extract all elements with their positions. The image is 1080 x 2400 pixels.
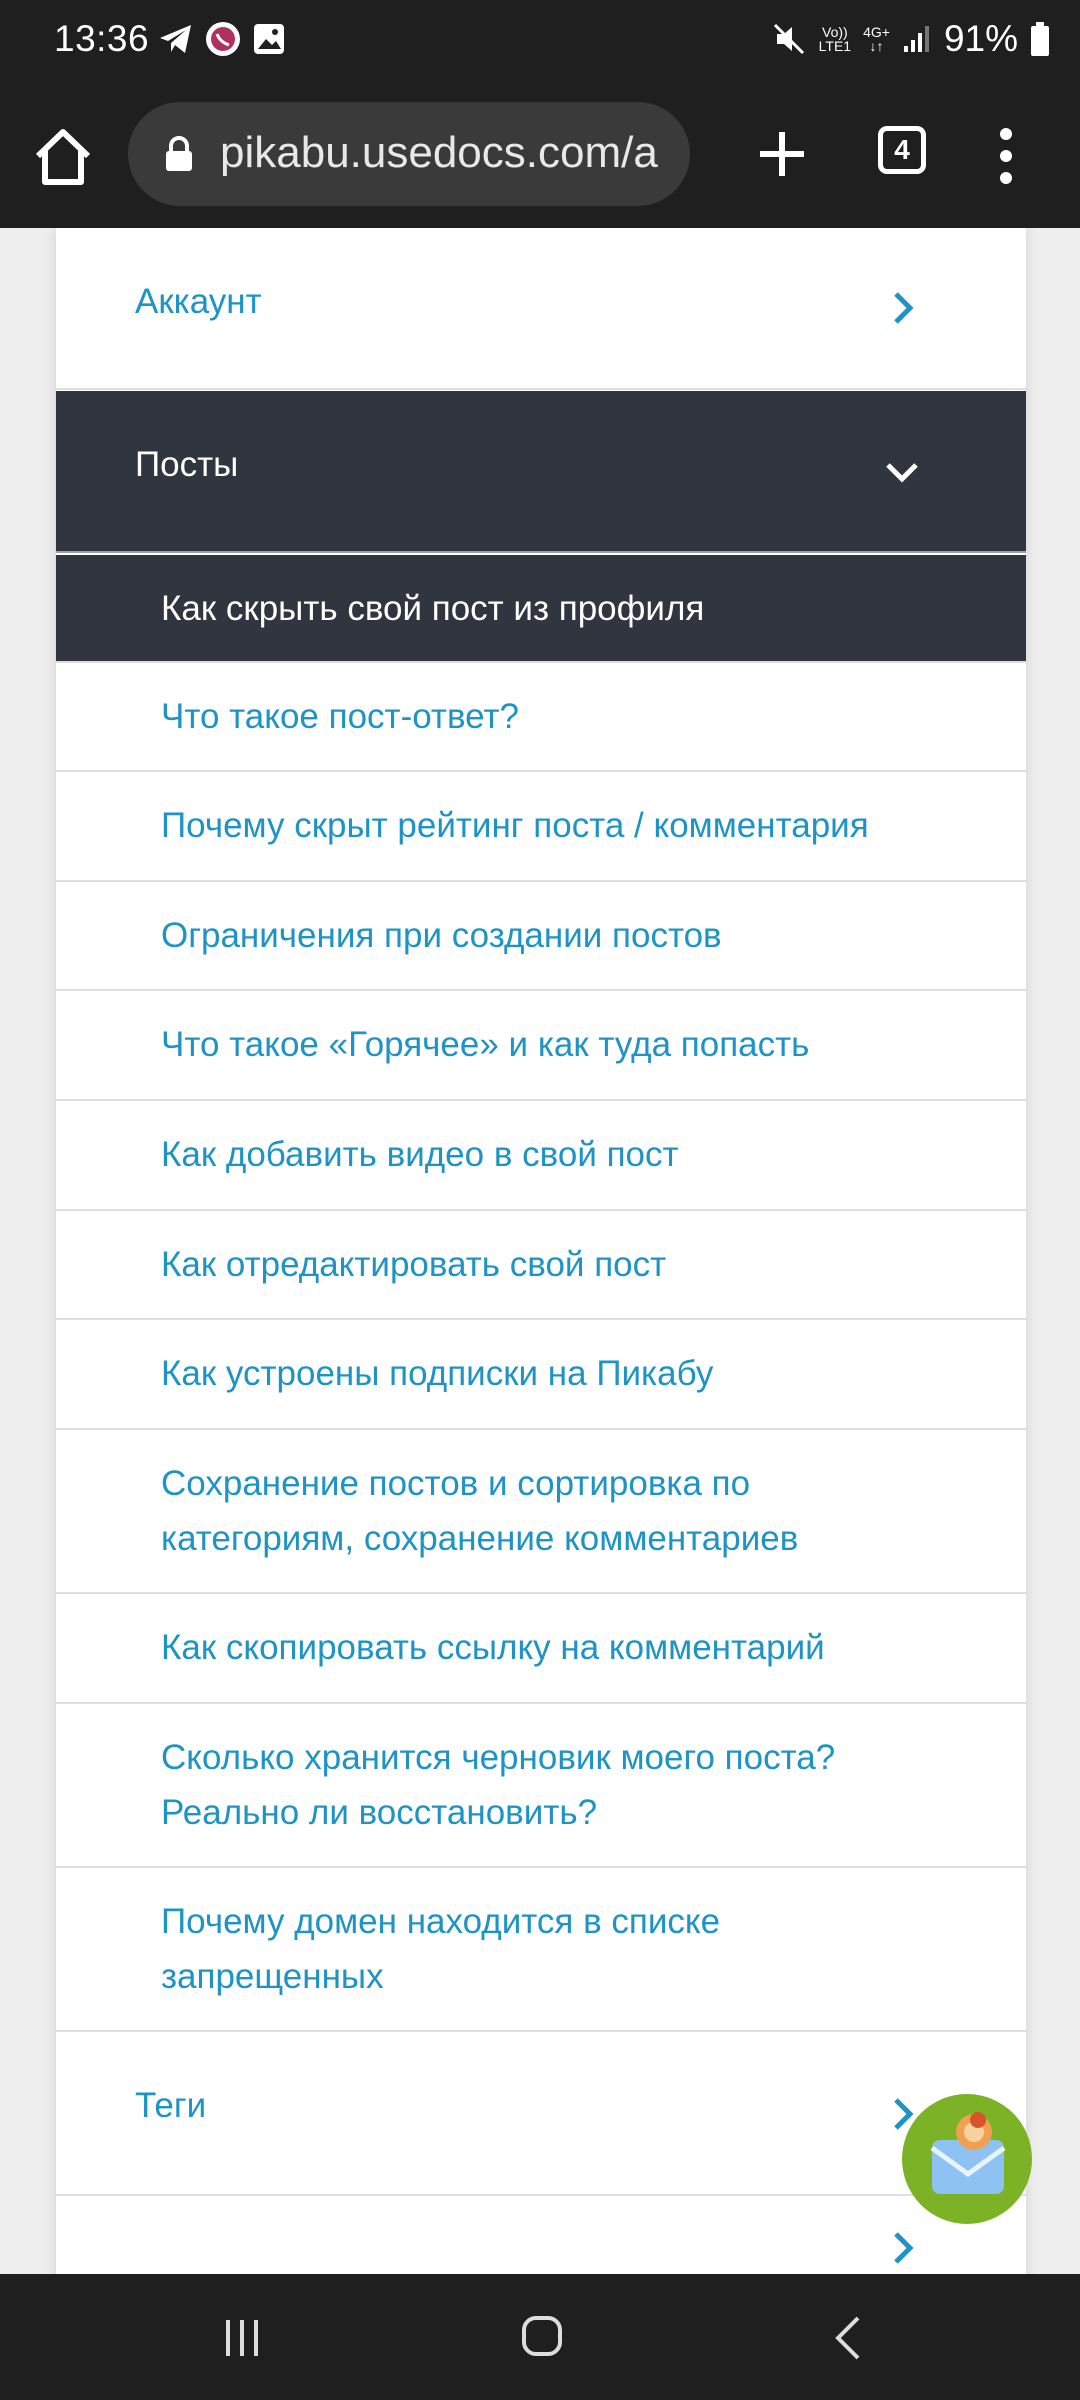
recent-apps-icon[interactable] xyxy=(220,2316,264,2360)
article-item[interactable]: Сохранение постов и сортировка по катего… xyxy=(56,1430,1026,1594)
battery-percent: 91% xyxy=(943,18,1018,59)
article-item[interactable]: Как добавить видео в свой пост xyxy=(56,1101,1026,1211)
browser-toolbar: pikabu.usedocs.com/a 4 xyxy=(0,80,1080,228)
article-item[interactable]: Почему домен находится в списке запрещен… xyxy=(56,1868,1026,2032)
battery-icon xyxy=(1031,22,1049,56)
article-label: Что такое пост-ответ? xyxy=(161,697,519,736)
article-item[interactable]: Как отредактировать свой пост xyxy=(56,1211,1026,1320)
volte-indicator: Vo)) LTE1 xyxy=(818,24,852,54)
article-item[interactable]: Как устроены подписки на Пикабу xyxy=(56,1320,1026,1430)
home-icon[interactable] xyxy=(30,124,96,190)
viber-icon xyxy=(206,22,240,56)
article-label: Как устроены подписки на Пикабу xyxy=(161,1354,714,1393)
section-label: Аккаунт xyxy=(135,282,262,321)
gallery-icon xyxy=(254,24,284,54)
status-bar: 13:36 Vo)) LTE1 4G+ ↓↑ 91% xyxy=(0,0,1080,80)
section-account[interactable]: Аккаунт xyxy=(56,228,1026,390)
notification-icons xyxy=(158,20,286,58)
section-label: Посты xyxy=(135,445,239,484)
article-item-active[interactable]: Как скрыть свой пост из профиля xyxy=(56,555,1026,663)
tab-switcher-button[interactable]: 4 xyxy=(878,126,926,174)
chevron-right-icon xyxy=(894,2232,914,2264)
article-label: Почему домен находится в списке запрещен… xyxy=(161,1902,721,1996)
article-item[interactable]: Ограничения при создании постов xyxy=(56,882,1026,991)
signal-icon xyxy=(903,26,929,52)
url-text: pikabu.usedocs.com/a xyxy=(220,128,658,177)
status-time: 13:36 xyxy=(54,18,150,59)
article-label: Как скрыть свой пост из профиля xyxy=(161,589,705,628)
home-nav-icon[interactable] xyxy=(520,2314,564,2358)
article-item[interactable]: Сколько хранится черновик моего поста? Р… xyxy=(56,1704,1026,1868)
section-tags[interactable]: Теги xyxy=(56,2032,1026,2196)
article-label: Как отредактировать свой пост xyxy=(161,1245,667,1284)
system-navigation-bar xyxy=(0,2274,1080,2400)
article-label: Ограничения при создании постов xyxy=(161,916,722,955)
network-type-indicator: 4G+ ↓↑ xyxy=(863,24,890,54)
article-label: Как добавить видео в свой пост xyxy=(161,1135,679,1174)
telegram-icon xyxy=(160,25,191,53)
feedback-button[interactable] xyxy=(902,2094,1032,2224)
system-icons: Vo)) LTE1 4G+ ↓↑ 91% xyxy=(771,18,1050,60)
article-label: Как скопировать ссылку на комментарий xyxy=(161,1628,825,1667)
article-label: Сохранение постов и сортировка по катего… xyxy=(161,1464,799,1558)
section-next-partial[interactable] xyxy=(56,2198,1026,2274)
article-item[interactable]: Что такое «Горячее» и как туда попасть xyxy=(56,991,1026,1101)
back-icon[interactable] xyxy=(830,2314,864,2362)
article-item[interactable]: Почему скрыт рейтинг поста / комментария xyxy=(56,772,1026,882)
article-label: Сколько хранится черновик моего поста? Р… xyxy=(161,1738,836,1832)
section-label: Теги xyxy=(135,2086,207,2125)
article-item[interactable]: Как скопировать ссылку на комментарий xyxy=(56,1594,1026,1704)
lock-icon xyxy=(166,136,192,171)
page-content: Аккаунт Посты Как скрыть свой пост из пр… xyxy=(0,228,1080,2274)
mute-icon xyxy=(773,23,804,55)
chevron-down-icon xyxy=(886,463,918,483)
help-menu-panel: Аккаунт Посты Как скрыть свой пост из пр… xyxy=(56,228,1026,2274)
article-label: Почему скрыт рейтинг поста / комментария xyxy=(161,806,869,845)
mail-icon xyxy=(930,2112,1006,2194)
new-tab-icon[interactable] xyxy=(752,124,812,184)
chevron-right-icon xyxy=(894,292,914,324)
article-label: Что такое «Горячее» и как туда попасть xyxy=(161,1025,810,1064)
address-bar[interactable]: pikabu.usedocs.com/a xyxy=(128,102,690,206)
article-item[interactable]: Что такое пост-ответ? xyxy=(56,663,1026,772)
overflow-menu-icon[interactable] xyxy=(996,126,1016,186)
section-posts[interactable]: Посты xyxy=(56,391,1026,553)
